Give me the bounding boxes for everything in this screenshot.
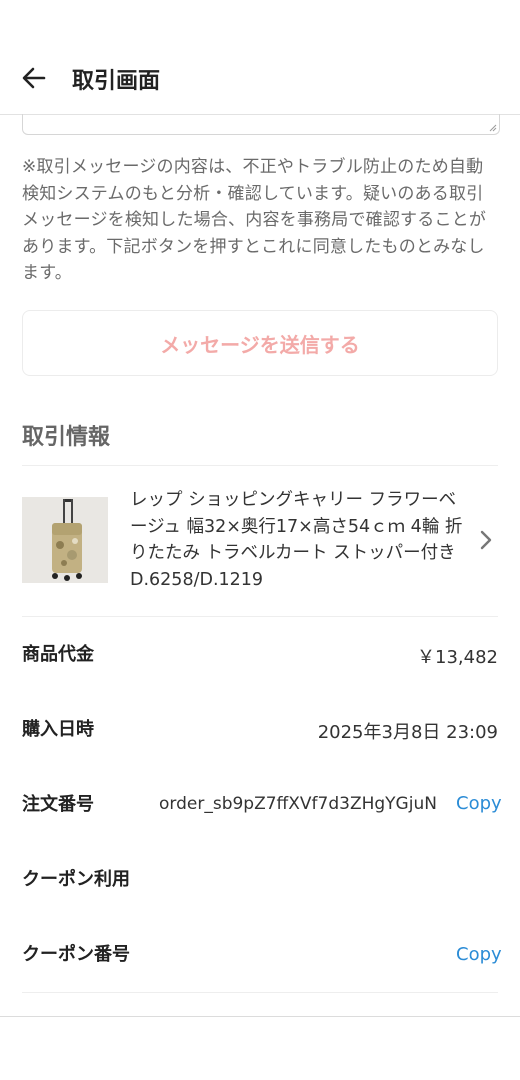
arrow-left-icon xyxy=(22,67,46,89)
divider xyxy=(22,616,498,617)
product-item[interactable]: レップ ショッピングキャリー フラワーベージュ 幅32×奥行17×高さ54ｃｍ … xyxy=(22,482,498,602)
shopping-cart-image xyxy=(22,497,108,583)
product-name: レップ ショッピングキャリー フラワーベージュ 幅32×奥行17×高さ54ｃｍ … xyxy=(130,490,463,590)
copy-order-number-button[interactable]: Copy xyxy=(456,793,502,814)
bottom-divider xyxy=(0,1016,520,1017)
copy-coupon-number-button[interactable]: Copy xyxy=(456,944,502,965)
page-title: 取引画面 xyxy=(72,69,161,94)
order-number-label: 注文番号 xyxy=(22,794,94,815)
purchase-date-label: 購入日時 xyxy=(22,719,94,740)
price-value: ￥13,482 xyxy=(417,647,498,668)
product-thumbnail xyxy=(22,497,108,583)
divider xyxy=(22,465,498,466)
chevron-right-icon xyxy=(476,528,496,552)
app-header: 取引画面 xyxy=(0,0,520,115)
resize-handle-icon[interactable] xyxy=(489,124,497,132)
price-label: 商品代金 xyxy=(22,644,94,665)
message-notice: ※取引メッセージの内容は、不正やトラブル防止のため自動検知システムのもと分析・確… xyxy=(22,157,487,283)
message-textarea[interactable] xyxy=(22,114,500,135)
send-message-button[interactable]: メッセージを送信する xyxy=(22,310,498,376)
order-number-value: order_sb9pZ7ffXVf7d3ZHgYGjuN xyxy=(159,794,437,814)
purchase-date-value: 2025年3月8日 23:09 xyxy=(317,722,498,743)
coupon-number-label: クーポン番号 xyxy=(22,944,130,965)
coupon-use-label: クーポン利用 xyxy=(22,869,130,890)
transaction-info-title: 取引情報 xyxy=(22,425,111,450)
back-button[interactable] xyxy=(18,62,50,94)
divider xyxy=(22,992,498,993)
